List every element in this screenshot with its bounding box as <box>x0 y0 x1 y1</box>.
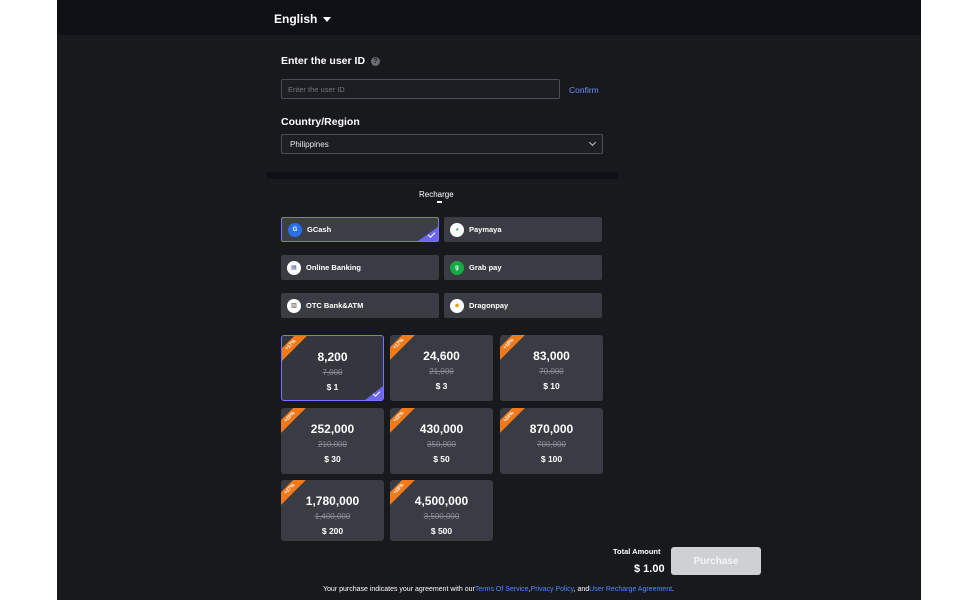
user-id-label: Enter the user ID? <box>281 55 381 67</box>
footer-prefix: Your purchase indicates your agreement w… <box>323 586 475 593</box>
package-card[interactable]: +28% 4,500,000 3,500,000 $ 500 <box>390 480 493 541</box>
footer-suffix: . <box>672 586 674 593</box>
tab-underline <box>437 201 442 203</box>
package-card[interactable]: +17% 8,200 7,000 $ 1 <box>281 335 384 401</box>
payment-method-label: Grab pay <box>469 263 502 272</box>
atm-icon: ▥ <box>287 298 301 313</box>
language-label: English <box>274 12 318 26</box>
agreement-footer: Your purchase indicates your agreement w… <box>323 586 674 593</box>
package-amount: 4,500,000 <box>414 494 469 508</box>
package-price: $ 100 <box>540 454 563 464</box>
privacy-link[interactable]: Privacy Policy <box>531 586 574 593</box>
package-amount: 870,000 <box>529 422 574 436</box>
chevron-down-icon <box>588 138 597 147</box>
package-original: 350,000 <box>427 440 456 449</box>
terms-link[interactable]: Terms Of Service <box>475 586 529 593</box>
package-price: $ 30 <box>324 454 341 464</box>
section-divider <box>267 172 618 179</box>
recharge-agreement-link[interactable]: User Recharge Agreement <box>589 586 672 593</box>
payment-method-dragonpay[interactable]: ◆ Dragonpay <box>444 293 602 318</box>
payment-method-otc[interactable]: ▥ OTC Bank&ATM <box>281 293 439 318</box>
package-card[interactable]: +17% 24,600 21,000 $ 3 <box>390 335 493 401</box>
region-label: Country/Region <box>281 116 360 128</box>
package-original: 21,000 <box>429 367 454 376</box>
package-price: $ 10 <box>543 381 560 391</box>
package-price: $ 200 <box>321 526 344 536</box>
payment-method-label: OTC Bank&ATM <box>306 301 364 310</box>
package-card[interactable]: +22% 430,000 350,000 $ 50 <box>390 408 493 474</box>
payment-method-paymaya[interactable]: ◕ Paymaya <box>444 217 602 242</box>
package-card[interactable]: +27% 1,780,000 1,400,000 $ 200 <box>281 480 384 541</box>
package-amount: 8,200 <box>317 350 348 364</box>
package-original: 3,500,000 <box>423 512 460 521</box>
check-icon <box>365 386 383 400</box>
payment-method-gcash[interactable]: G GCash <box>281 217 439 242</box>
payment-method-grab-pay[interactable]: g Grab pay <box>444 255 602 280</box>
payment-method-online-banking[interactable]: ▤ Online Banking <box>281 255 439 280</box>
package-price: $ 500 <box>430 526 453 536</box>
confirm-button[interactable]: Confirm <box>569 85 599 95</box>
language-selector[interactable]: English <box>274 12 332 26</box>
user-id-input[interactable] <box>281 79 560 99</box>
package-price: $ 3 <box>435 381 448 391</box>
check-icon <box>418 227 438 241</box>
footer-sep: , and <box>573 586 590 593</box>
region-select[interactable]: Philippines <box>281 134 603 154</box>
app-container: English Enter the user ID? Confirm Count… <box>57 0 921 600</box>
total-amount-label: Total Amount <box>613 547 661 556</box>
package-amount: 1,780,000 <box>305 494 360 508</box>
user-id-label-text: Enter the user ID <box>281 55 366 67</box>
package-original: 700,000 <box>537 440 566 449</box>
bank-icon: ▤ <box>287 260 301 275</box>
top-bar: English <box>57 0 921 35</box>
payment-method-label: GCash <box>307 225 332 234</box>
caret-down-icon <box>323 16 332 22</box>
package-amount: 24,600 <box>423 349 460 363</box>
package-amount: 252,000 <box>310 422 355 436</box>
tab-recharge[interactable]: Recharge <box>419 190 454 199</box>
purchase-button[interactable]: Purchase <box>671 547 761 575</box>
dragonpay-icon: ◆ <box>450 298 464 313</box>
grab-icon: g <box>450 260 464 275</box>
paymaya-icon: ◕ <box>450 222 464 237</box>
package-original: 7,000 <box>322 368 343 377</box>
payment-method-label: Dragonpay <box>469 301 509 310</box>
region-value: Philippines <box>290 140 329 149</box>
package-original: 1,400,000 <box>314 512 351 521</box>
package-original: 70,000 <box>539 367 564 376</box>
package-card[interactable]: +18% 83,000 70,000 $ 10 <box>500 335 603 401</box>
package-amount: 83,000 <box>533 349 570 363</box>
package-original: 210,000 <box>318 440 347 449</box>
payment-method-label: Online Banking <box>306 263 362 272</box>
package-card[interactable]: +20% 252,000 210,000 $ 30 <box>281 408 384 474</box>
total-amount-value: $ 1.00 <box>634 563 665 575</box>
package-amount: 430,000 <box>419 422 464 436</box>
help-icon[interactable]: ? <box>371 56 381 66</box>
payment-method-label: Paymaya <box>469 225 502 234</box>
package-card[interactable]: +24% 870,000 700,000 $ 100 <box>500 408 603 474</box>
gcash-icon: G <box>288 222 302 237</box>
package-price: $ 50 <box>433 454 450 464</box>
